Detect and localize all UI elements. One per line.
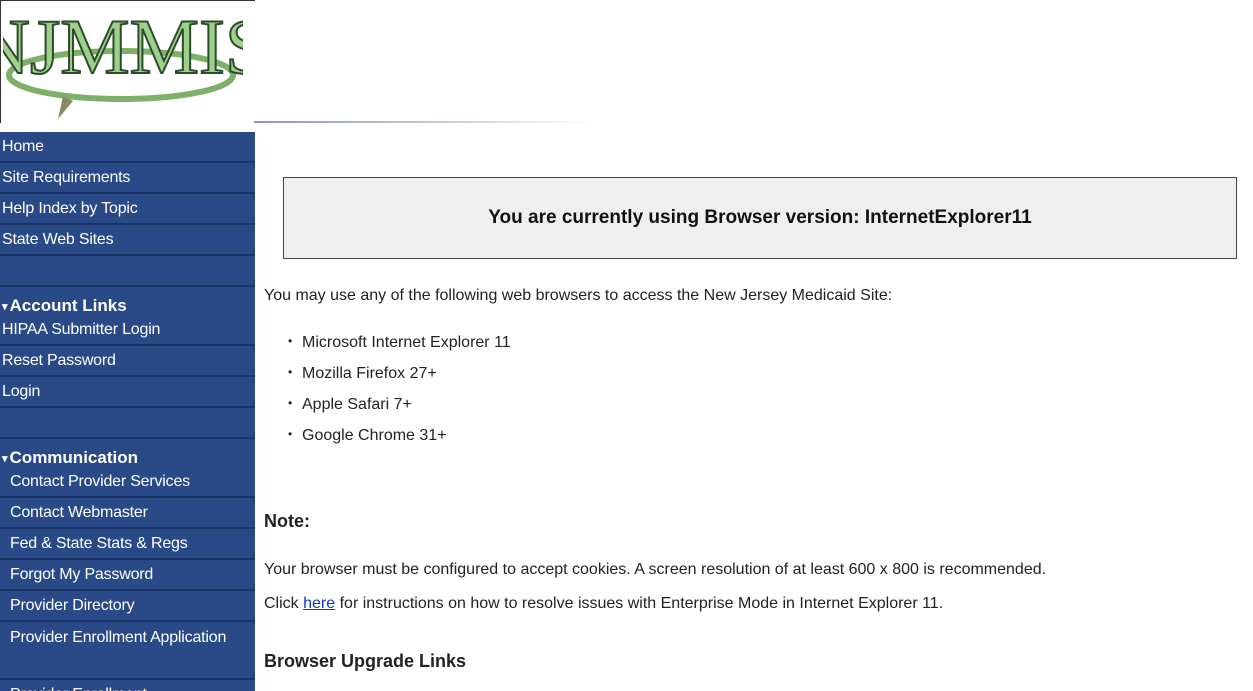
sidebar-item-provider-enrollment[interactable]: Provider Enrollment [0,680,255,691]
intro-text: You may use any of the following web bro… [264,287,893,304]
supported-browser-list: • Microsoft Internet Explorer 11 • Mozilla… [288,326,511,450]
browser-version-banner: You are currently using Browser version:… [283,177,1237,259]
list-item: • Microsoft Internet Explorer 11 [288,326,511,357]
sidebar-item-forgot-password[interactable]: Forgot My Password [0,560,255,591]
browser-upgrade-heading: Browser Upgrade Links [264,651,467,671]
sidebar-spacer [0,256,255,287]
browser-name: Microsoft Internet Explorer 11 [302,334,511,351]
list-item: • Mozilla Firefox 27+ [288,357,511,388]
sidebar-item-provider-enrollment-application[interactable]: Provider Enrollment Application [0,622,255,680]
header-divider [254,121,594,123]
sidebar-item-fed-state-stats[interactable]: Fed & State Stats & Regs [0,529,255,560]
browser-name: Mozilla Firefox 27+ [302,365,437,382]
logo-frame: NJMMIS [0,0,255,123]
browser-name: Google Chrome 31+ [302,427,447,444]
sidebar-item-reset-password[interactable]: Reset Password [0,346,255,377]
chevron-down-icon: ▾ [2,301,8,313]
list-item: • Apple Safari 7+ [288,388,511,419]
sidebar-item-contact-webmaster[interactable]: Contact Webmaster [0,498,255,529]
section-communication[interactable]: ▾ Communication [0,439,255,467]
sidebar-item-login[interactable]: Login [0,377,255,408]
section-account-links[interactable]: ▾ Account Links [0,287,255,315]
sidebar-item-hipaa-login[interactable]: HIPAA Submitter Login [0,315,255,346]
njmmis-logo[interactable]: NJMMIS [3,1,243,121]
sidebar-item-help-index[interactable]: Help Index by Topic [0,194,255,225]
click-prefix: Click [264,595,299,612]
sidebar-item-state-web-sites[interactable]: State Web Sites [0,225,255,256]
sidebar-item-provider-directory[interactable]: Provider Directory [0,591,255,622]
sidebar-nav: Home Site Requirements Help Index by Top… [0,132,255,691]
chevron-down-icon: ▾ [2,453,8,465]
section-label: Account Links [9,296,127,315]
list-item: • Google Chrome 31+ [288,419,511,450]
sidebar-item-home[interactable]: Home [0,132,255,163]
sidebar-spacer [0,408,255,439]
sidebar-item-contact-provider-services[interactable]: Contact Provider Services [0,467,255,498]
note-text: Your browser must be configured to accep… [264,561,1047,578]
header: NJMMIS [0,0,1253,124]
note-heading: Note: [264,511,310,531]
instructions-link[interactable]: here [303,595,335,612]
logo-text: NJMMIS [3,3,243,90]
enterprise-mode-instructions: Click here for instructions on how to re… [264,595,943,613]
section-label: Communication [9,448,138,467]
bullet-icon: • [288,427,293,441]
bullet-icon: • [288,334,293,348]
click-suffix: for instructions on how to resolve issue… [335,595,944,612]
bullet-icon: • [288,365,293,379]
sidebar-item-site-requirements[interactable]: Site Requirements [0,163,255,194]
bullet-icon: • [288,396,293,410]
browser-name: Apple Safari 7+ [302,396,412,413]
